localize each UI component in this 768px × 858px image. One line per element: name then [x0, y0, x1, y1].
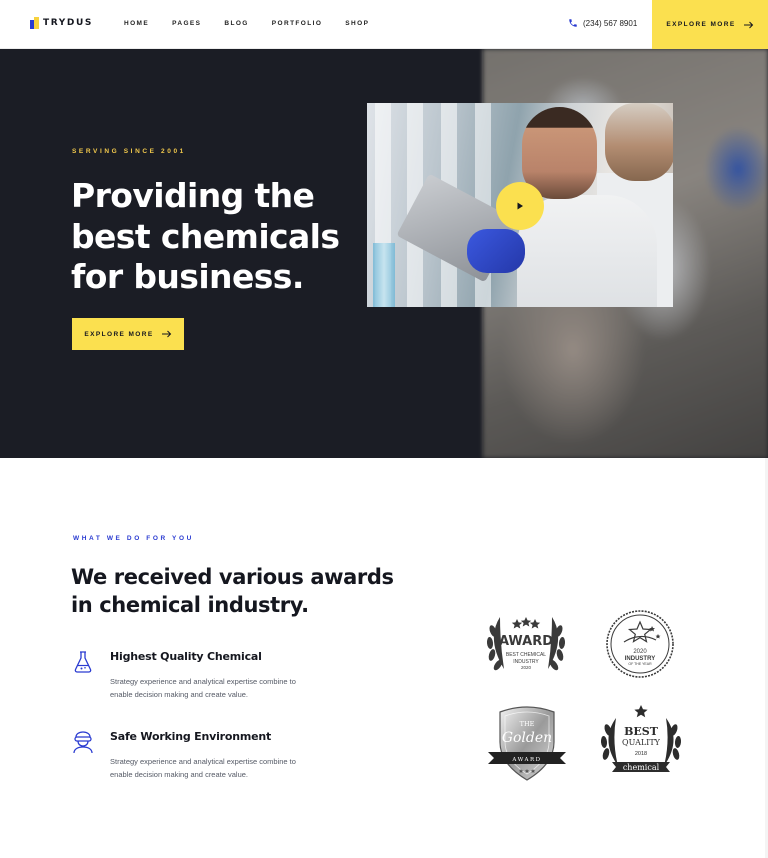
- feature-description: Strategy experience and analytical exper…: [110, 677, 296, 699]
- award-badge-year: 2020: [521, 665, 532, 670]
- main-nav: HOME PAGES BLOG PORTFOLIO SHOP: [124, 20, 392, 27]
- play-video-button[interactable]: [496, 182, 544, 230]
- nav-item-blog[interactable]: BLOG: [224, 20, 248, 27]
- glove-image: [467, 229, 525, 273]
- feature-title: Highest Quality Chemical: [110, 650, 262, 663]
- phone-number: (234) 567 8901: [583, 18, 638, 28]
- quality-badge-ribbon: chemical: [623, 763, 660, 772]
- header-explore-button[interactable]: EXPLORE MORE: [652, 0, 768, 49]
- phone-icon: [569, 19, 577, 27]
- header-explore-label: EXPLORE MORE: [666, 21, 736, 28]
- feature-title: Safe Working Environment: [110, 730, 272, 743]
- hero-explore-button[interactable]: EXPLORE MORE: [72, 318, 184, 350]
- award-badge-line1: BEST CHEMICAL: [506, 652, 546, 658]
- nav-item-portfolio[interactable]: PORTFOLIO: [272, 20, 323, 27]
- golden-badge-the: THE: [520, 720, 535, 728]
- quality-badge-year: 2018: [635, 751, 647, 757]
- feature-description: Strategy experience and analytical exper…: [110, 757, 296, 779]
- nav-item-pages[interactable]: PAGES: [172, 20, 201, 27]
- arrow-right-icon: [743, 21, 753, 28]
- industry-badge: 2020 INDUSTRY OF THE YEAR: [606, 610, 674, 678]
- test-tubes-image: [373, 243, 395, 307]
- golden-badge-award: AWARD: [511, 757, 541, 763]
- arrow-right-icon: [161, 330, 171, 338]
- section-eyebrow: WHAT WE DO FOR YOU: [73, 535, 194, 542]
- logo-mark-icon: [30, 17, 39, 29]
- scientist-icon: [73, 731, 93, 754]
- industry-badge-year: 2020: [633, 649, 647, 655]
- industry-badge-sub: OF THE YEAR: [628, 662, 652, 666]
- award-badge-title: AWARD: [499, 634, 553, 649]
- logo[interactable]: TRYDUS: [30, 17, 93, 29]
- golden-award-badge: THE Golden AWARD: [488, 706, 566, 781]
- award-badge: AWARD BEST CHEMICAL INDUSTRY 2020: [486, 617, 566, 671]
- nav-item-shop[interactable]: SHOP: [345, 20, 369, 27]
- logo-text: TRYDUS: [43, 18, 93, 28]
- play-icon: [517, 202, 523, 210]
- hero-explore-label: EXPLORE MORE: [84, 330, 154, 338]
- hero-title: Providing the best chemicals for busines…: [71, 176, 340, 296]
- flask-icon: [74, 651, 92, 673]
- quality-badge-best: BEST: [624, 725, 659, 738]
- phone-link[interactable]: (234) 567 8901: [568, 18, 637, 28]
- site-header: TRYDUS HOME PAGES BLOG PORTFOLIO SHOP (2…: [0, 0, 768, 49]
- golden-badge-golden: Golden: [502, 730, 552, 746]
- quality-badge-quality: QUALITY: [622, 738, 661, 747]
- nav-item-home[interactable]: HOME: [124, 20, 149, 27]
- hero-eyebrow: SERVING SINCE 2001: [72, 148, 186, 155]
- best-quality-badge: BEST QUALITY 2018 chemical: [600, 705, 682, 772]
- section-title: We received various awards in chemical i…: [71, 565, 394, 617]
